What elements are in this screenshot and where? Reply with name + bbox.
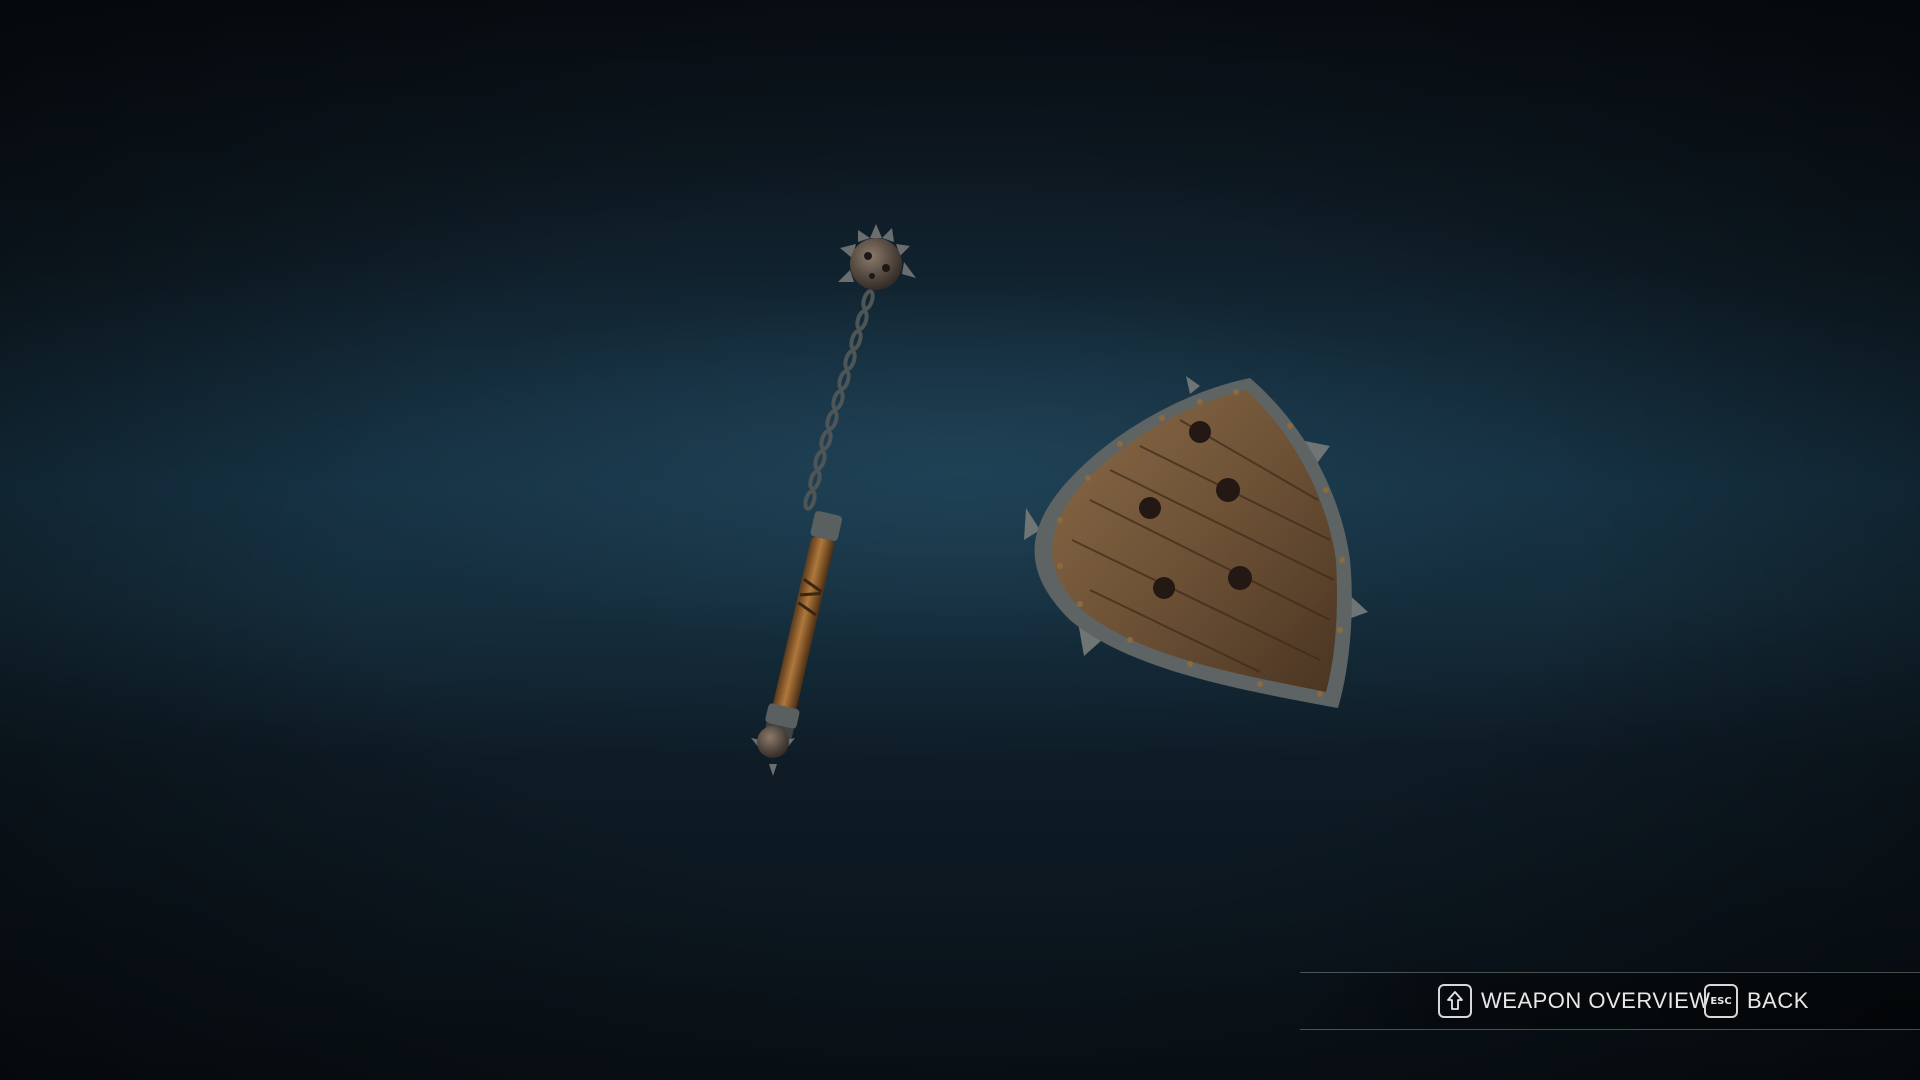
back-button[interactable]: ESC BACK	[1704, 983, 1809, 1019]
weapon-overview-button[interactable]: WEAPON OVERVIEW	[1438, 983, 1711, 1019]
back-label: BACK	[1747, 988, 1809, 1013]
esc-key-icon: ESC	[1704, 984, 1738, 1018]
vignette-overlay	[0, 0, 1920, 1080]
weapon-overview-label: WEAPON OVERVIEW	[1481, 988, 1711, 1013]
shift-arrow-icon	[1438, 984, 1472, 1018]
control-hints-bar: WEAPON OVERVIEW ESC BACK	[1300, 972, 1920, 1030]
